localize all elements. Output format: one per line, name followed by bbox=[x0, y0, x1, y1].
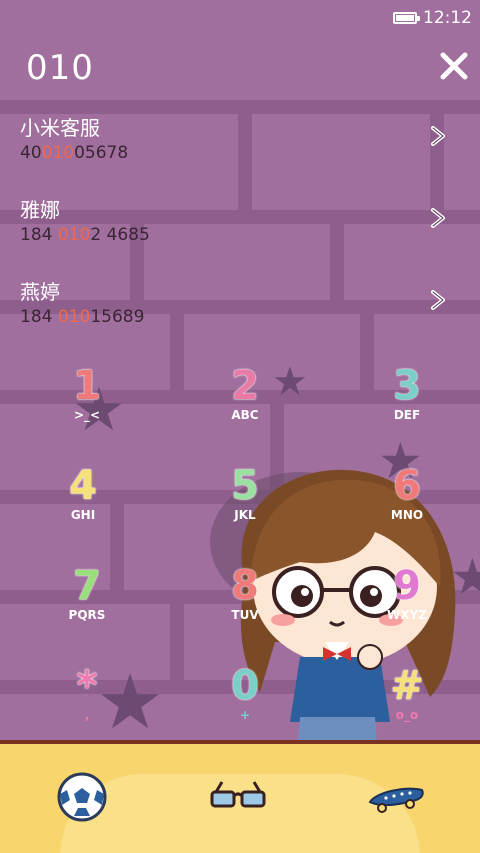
key-digit: 9 bbox=[393, 563, 421, 609]
key-letters: PQRS bbox=[68, 608, 106, 622]
key-digit: 1 bbox=[73, 363, 101, 409]
contact-name: 燕婷 bbox=[20, 280, 60, 304]
key-digit: 8 bbox=[231, 563, 259, 609]
key-letters: JKL bbox=[234, 508, 256, 522]
chevron-right-icon[interactable] bbox=[430, 290, 446, 310]
key-letters: , bbox=[84, 708, 90, 722]
key-6[interactable]: 6 MNO bbox=[352, 466, 462, 522]
key-letters: MNO bbox=[390, 508, 424, 522]
contact-number: 4001005678 bbox=[20, 143, 129, 163]
key-digit: 7 bbox=[73, 563, 101, 609]
key-0[interactable]: 0 + bbox=[190, 666, 300, 722]
key-1[interactable]: 1 >_< bbox=[32, 366, 142, 422]
key-digit: 2 bbox=[231, 363, 259, 409]
key-3[interactable]: 3 DEF bbox=[352, 366, 462, 422]
key-hash[interactable]: # o_o bbox=[352, 666, 462, 722]
key-digit: # bbox=[390, 663, 424, 709]
key-digit: 0 bbox=[231, 663, 259, 709]
key-letters: WXYZ bbox=[387, 608, 427, 622]
battery-icon bbox=[393, 12, 420, 24]
key-letters: ABC bbox=[231, 408, 259, 422]
key-star[interactable]: * , bbox=[32, 666, 142, 722]
soccer-ball-icon[interactable] bbox=[52, 772, 112, 822]
key-digit: 5 bbox=[231, 463, 259, 509]
dial-input[interactable]: 010 bbox=[26, 48, 94, 88]
key-letters: + bbox=[239, 708, 251, 722]
contact-number: 184 0102 4685 bbox=[20, 225, 150, 245]
key-4[interactable]: 4 GHI bbox=[28, 466, 138, 522]
contact-item[interactable]: 雅娜 184 0102 4685 bbox=[20, 194, 460, 245]
key-letters: DEF bbox=[393, 408, 421, 422]
skateboard-icon[interactable] bbox=[366, 772, 426, 822]
key-7[interactable]: 7 PQRS bbox=[32, 566, 142, 622]
contact-number: 184 01015689 bbox=[20, 307, 145, 327]
key-letters: TUV bbox=[231, 608, 259, 622]
chevron-right-icon[interactable] bbox=[430, 126, 446, 146]
status-time: 12:12 bbox=[423, 8, 472, 28]
key-digit: * bbox=[76, 663, 98, 709]
contact-item[interactable]: 小米客服 4001005678 bbox=[20, 112, 460, 163]
contact-name: 小米客服 bbox=[20, 116, 100, 140]
key-digit: 3 bbox=[393, 363, 421, 409]
key-5[interactable]: 5 JKL bbox=[190, 466, 300, 522]
key-letters: >_< bbox=[73, 408, 101, 422]
key-8[interactable]: 8 TUV bbox=[190, 566, 300, 622]
close-icon[interactable] bbox=[438, 50, 470, 82]
key-9[interactable]: 9 WXYZ bbox=[352, 566, 462, 622]
glasses-icon[interactable] bbox=[208, 772, 268, 822]
key-letters: o_o bbox=[395, 708, 419, 722]
contact-name: 雅娜 bbox=[20, 198, 60, 222]
key-digit: 4 bbox=[69, 463, 97, 509]
status-bar: 12:12 bbox=[393, 8, 472, 28]
key-2[interactable]: 2 ABC bbox=[190, 366, 300, 422]
key-digit: 6 bbox=[393, 463, 421, 509]
key-letters: GHI bbox=[70, 508, 96, 522]
contact-item[interactable]: 燕婷 184 01015689 bbox=[20, 276, 460, 327]
chevron-right-icon[interactable] bbox=[430, 208, 446, 228]
